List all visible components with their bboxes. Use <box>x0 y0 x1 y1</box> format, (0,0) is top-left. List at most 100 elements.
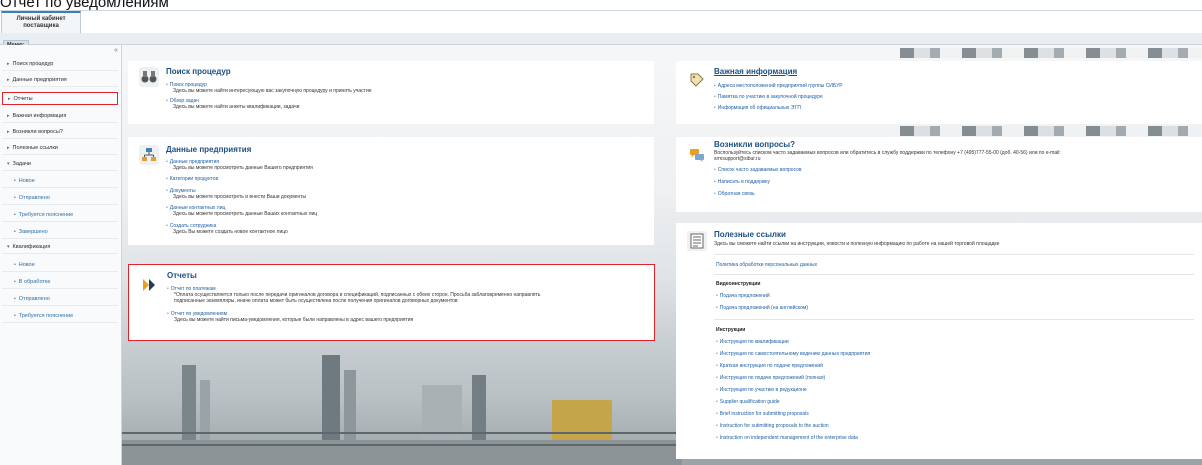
link-instruction[interactable]: • Краткая инструкция по подаче предложени… <box>716 363 823 369</box>
sidebar-item-label: Новое <box>18 262 35 268</box>
link-instruction[interactable]: • Instruction on independent management o… <box>716 435 858 441</box>
bullet-icon: • <box>167 286 169 292</box>
tab-label-line2: поставщика <box>23 23 59 29</box>
support-email: srmsupport@sibur.ru <box>714 156 761 162</box>
bullet-icon: • <box>716 339 718 345</box>
chevron-right-icon: ▸ <box>7 129 10 135</box>
bullet-icon: • <box>166 176 168 182</box>
link-instruction[interactable]: • Supplier qualification guide <box>716 399 780 405</box>
link-instruction[interactable]: • Инструкция по квалификации <box>716 339 789 345</box>
link-product-categories[interactable]: • Категории продуктов <box>166 176 218 182</box>
bullet-icon: • <box>714 83 716 89</box>
sidebar-item-tasks-new[interactable]: • Новое <box>2 175 118 188</box>
link-label: Информация об официальных ЭТП <box>717 105 801 111</box>
sidebar-item-qual-clarification[interactable]: • Требуется пояснение <box>2 310 118 323</box>
link-privacy-policy[interactable]: Политика обработки персональных данных <box>716 262 817 268</box>
sidebar-item-important[interactable]: ▸ Важная информация <box>2 110 118 123</box>
link-label: Инструкция по самостоятельному ведению д… <box>719 351 871 357</box>
sidebar-item-tasks-sent[interactable]: • Отправлено <box>2 192 118 205</box>
bullet-icon: • <box>716 411 718 417</box>
panel-title: Полезные ссылки <box>714 230 786 239</box>
link-video-proposals-en[interactable]: • Подача предложений (на английском) <box>716 305 808 311</box>
link-video-proposals[interactable]: • Подача предложений <box>716 293 770 299</box>
panel-title: Отчеты <box>167 271 197 280</box>
chevron-right-icon: ▸ <box>7 77 10 83</box>
link-instruction[interactable]: • Инструкция по участию в редукционе <box>716 387 807 393</box>
link-instruction[interactable]: • Instruction for submitting proposals to… <box>716 423 829 429</box>
section-header-video: Видеоинструкции <box>716 281 761 287</box>
link-participation-memo[interactable]: • Памятка по участию в закупочной процеду… <box>714 94 823 100</box>
panel-title: Возникли вопросы? <box>714 140 795 149</box>
sidebar-item-questions[interactable]: ▸ Возникли вопросы? <box>2 126 118 139</box>
panel-description: Воспользуйтесь списком часто задаваемых … <box>714 150 1061 156</box>
bullet-icon: • <box>716 351 718 357</box>
link-official-etp[interactable]: • Информация об официальных ЭТП <box>714 105 801 111</box>
sidebar-item-links[interactable]: ▸ Полезные ссылки <box>2 142 118 155</box>
link-label: Instruction on independent management of… <box>719 435 858 441</box>
tag-icon <box>687 70 707 90</box>
sidebar-item-company[interactable]: ▸ Данные предприятия <box>2 74 118 87</box>
sidebar-item-qualification[interactable]: ▾ Квалификация <box>2 241 118 254</box>
sidebar-item-label: Требуется пояснение <box>18 212 74 218</box>
link-feedback[interactable]: • Обратная связь <box>714 191 755 197</box>
sidebar-item-qual-processing[interactable]: • В обработке <box>2 276 118 289</box>
bullet-icon: • <box>714 179 716 185</box>
sidebar-item-label: Данные предприятия <box>12 77 67 83</box>
collapse-icon[interactable]: « <box>114 47 118 54</box>
sidebar-item-reports[interactable]: ▸ Отчеты <box>2 92 118 105</box>
sidebar-item-label: Отправлено <box>18 296 50 302</box>
link-faq[interactable]: • Список часто задаваемых вопросов <box>714 167 802 173</box>
binoculars-icon <box>139 67 159 87</box>
bullet-icon: • <box>716 387 718 393</box>
link-description: Здесь Вы можете создать новое контактное… <box>173 229 288 235</box>
link-instruction[interactable]: • Brief instruction for submitting propos… <box>716 411 809 417</box>
reports-panel: Отчеты • Отчет по платежам *Оплата осущес… <box>128 264 655 341</box>
sidebar-item-label: Новое <box>18 178 35 184</box>
divider <box>714 274 1194 275</box>
tab-supplier-cabinet[interactable]: Личный кабинет поставщика <box>1 11 81 33</box>
section-header-instructions: Инструкции <box>716 327 746 333</box>
link-label: Instruction for submitting proposals to … <box>719 423 829 429</box>
important-info-panel: Важная информация • Адреса местоположений… <box>676 61 1202 124</box>
background-photo-strip <box>900 126 1202 136</box>
link-label: Адреса местоположений предприятий группы… <box>717 83 843 89</box>
link-description: Здесь вы можете найти интересующую вас з… <box>173 88 372 94</box>
chevron-right-icon: ▸ <box>7 61 10 67</box>
link-label: Категории продуктов <box>169 176 219 182</box>
link-description: подписанные экземпляры, иначе оплата мож… <box>174 298 458 304</box>
background-photo-strip <box>900 48 1202 58</box>
link-label: Инструкция по участию в редукционе <box>719 387 807 393</box>
sidebar-item-qual-sent[interactable]: • Отправлено <box>2 293 118 306</box>
sidebar-item-tasks[interactable]: ▾ Задачи <box>2 158 118 171</box>
industrial-plant-image <box>122 355 682 465</box>
bullet-icon: • <box>14 178 16 184</box>
bullet-icon: • <box>14 279 16 285</box>
chat-bubbles-icon <box>687 145 707 165</box>
link-sibur-addresses[interactable]: • Адреса местоположений предприятий групп… <box>714 83 843 89</box>
link-description: Здесь вы можете найти письма-уведомления… <box>174 317 414 323</box>
company-data-panel: Данные предприятия • Данные предприятия З… <box>128 137 654 245</box>
document-list-icon <box>687 231 707 251</box>
panel-title: Поиск процедур <box>166 67 231 76</box>
bullet-icon: • <box>167 311 169 317</box>
link-write-support[interactable]: • Написать в поддержку <box>714 179 770 185</box>
link-instruction[interactable]: • Инструкция по подаче предложений (полна… <box>716 375 825 381</box>
sidebar-item-search[interactable]: ▸ Поиск процедур <box>2 58 118 71</box>
bullet-icon: • <box>166 159 168 165</box>
link-label: Обратная связь <box>717 191 755 197</box>
link-description: Здесь вы можете найти анкеты квалификаци… <box>173 104 300 110</box>
link-label: Подача предложений (на английском) <box>719 305 809 311</box>
sidebar-item-tasks-clarification[interactable]: • Требуется пояснение <box>2 209 118 222</box>
link-label: Краткая инструкция по подаче предложений <box>719 363 823 369</box>
bullet-icon: • <box>14 313 16 319</box>
link-instruction[interactable]: • Инструкция по самостоятельному ведению … <box>716 351 870 357</box>
sidebar-item-label: Завершено <box>18 229 48 235</box>
link-label: Подача предложений <box>719 293 770 299</box>
sidebar-item-qual-new[interactable]: • Новое <box>2 259 118 272</box>
divider <box>714 254 1194 255</box>
bullet-icon: • <box>714 167 716 173</box>
sidebar-item-tasks-done[interactable]: • Завершено <box>2 226 118 239</box>
panel-title[interactable]: Важная информация <box>714 67 797 76</box>
bullet-icon: • <box>14 212 16 218</box>
bullet-icon: • <box>716 399 718 405</box>
